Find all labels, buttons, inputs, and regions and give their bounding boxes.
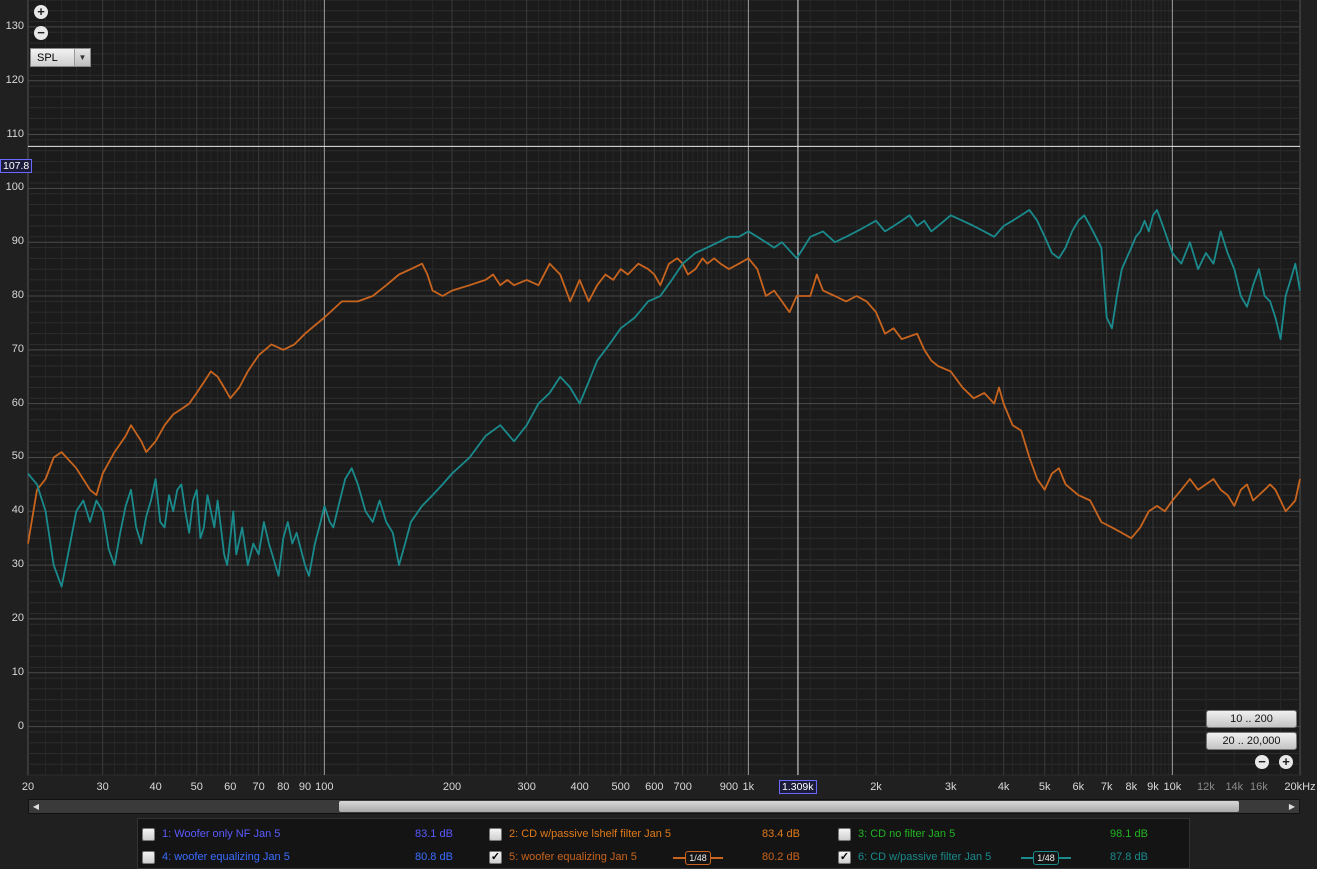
x-tick-label: 2k	[870, 781, 882, 793]
x-tick-label: 9k	[1147, 781, 1159, 793]
x-tick-label: 70	[252, 781, 265, 793]
spl-graph-window: 0 10 20 30 40 50 60 70 80 90 100 110 120 130 20 30 40 50…	[0, 0, 1317, 869]
scroll-thumb[interactable]	[339, 801, 1239, 812]
legend-checkbox[interactable]: ✓	[489, 851, 502, 864]
x-tick-label: 20	[21, 781, 35, 793]
spl-plot[interactable]	[0, 0, 1317, 800]
x-tick-label: 100	[315, 781, 334, 793]
legend-value: 80.8 dB	[415, 851, 453, 863]
legend-value: 98.1 dB	[1110, 828, 1148, 840]
legend-label[interactable]: 3: CD no filter Jan 5	[858, 828, 955, 840]
legend-label[interactable]: 6: CD w/passive filter Jan 5	[858, 851, 991, 863]
legend-value: 83.1 dB	[415, 828, 453, 840]
scroll-left-icon[interactable]: ◀	[30, 801, 42, 812]
smoothing-label: 1/48	[685, 851, 711, 865]
x-tick-label: 10k	[1163, 781, 1182, 793]
x-tick-label: 40	[149, 781, 162, 793]
legend-value: 80.2 dB	[762, 851, 800, 863]
x-tick-label: 7k	[1100, 781, 1113, 793]
legend-checkbox[interactable]	[838, 828, 851, 841]
legend-checkbox[interactable]	[142, 851, 155, 864]
x-tick-label: 90	[298, 781, 312, 793]
y-tick-label: 30	[11, 558, 24, 571]
legend-value: 83.4 dB	[762, 828, 800, 840]
y-tick-label: 50	[11, 450, 24, 463]
x-tick-label: 200	[442, 781, 462, 793]
x-tick-label: 60	[224, 781, 237, 793]
x-tick-label: 700	[673, 781, 692, 793]
h-zoom-out-icon[interactable]: −	[1255, 755, 1269, 769]
horizontal-scrollbar[interactable]: ◀ ▶	[28, 799, 1300, 814]
y-tick-label: 60	[11, 396, 24, 409]
chevron-down-icon: ▼	[74, 49, 90, 66]
x-tick-label: 50	[190, 781, 203, 793]
x-tick-label: 300	[517, 781, 536, 793]
y-tick-label: 40	[11, 504, 24, 517]
legend-label[interactable]: 4: woofer equalizing Jan 5	[162, 851, 290, 863]
measure-select[interactable]: SPL ▼	[30, 48, 91, 67]
legend-value: 87.8 dB	[1110, 851, 1148, 863]
legend-checkbox[interactable]	[142, 828, 155, 841]
x-tick-label: 20kHz	[1284, 781, 1316, 793]
y-tick-label: 100	[5, 181, 24, 194]
x-tick-label: 1k	[742, 781, 755, 793]
y-tick-label: 90	[11, 235, 24, 248]
x-tick-label: 16k	[1250, 781, 1268, 793]
x-tick-label: 30	[96, 781, 109, 793]
y-tick-label: 70	[11, 342, 24, 355]
x-tick-label: 900	[719, 781, 739, 793]
zoom-in-icon[interactable]: +	[34, 5, 48, 19]
x-tick-label: 5k	[1038, 781, 1051, 793]
y-tick-label: 110	[6, 127, 24, 140]
scroll-right-icon[interactable]: ▶	[1286, 801, 1298, 812]
y-tick-label: 130	[5, 19, 24, 32]
legend-checkbox[interactable]	[489, 828, 502, 841]
x-tick-label: 12k	[1197, 781, 1215, 793]
range-10-200-button[interactable]: 10 .. 200	[1206, 710, 1297, 728]
x-tick-label: 14k	[1225, 781, 1244, 793]
range-20-20000-button[interactable]: 20 .. 20,000	[1206, 732, 1297, 750]
x-tick-label: 600	[645, 781, 664, 793]
smoothing-badge[interactable]: 1/48	[673, 851, 723, 865]
x-tick-label: 80	[277, 781, 290, 793]
y-tick-label: 80	[11, 289, 24, 301]
y-tick-label: 0	[17, 719, 24, 732]
x-tick-label: 3k	[944, 781, 957, 793]
x-tick-label: 4k	[997, 781, 1010, 793]
x-tick-label: 400	[570, 781, 589, 793]
cursor-level-readout: 107.8	[0, 159, 33, 173]
h-zoom-in-icon[interactable]: +	[1279, 755, 1293, 769]
measurement-legend: 1: Woofer only NF Jan 5 83.1 dB 2: CD w/pa…	[137, 818, 1190, 869]
x-tick-label: 8k	[1125, 781, 1138, 793]
legend-label[interactable]: 2: CD w/passive lshelf filter Jan 5	[509, 828, 671, 840]
y-tick-label: 10	[11, 665, 24, 678]
y-tick-label: 120	[5, 73, 24, 86]
y-tick-label: 20	[11, 611, 24, 624]
legend-label[interactable]: 1: Woofer only NF Jan 5	[162, 828, 280, 840]
legend-label[interactable]: 5: woofer equalizing Jan 5	[509, 851, 637, 863]
cursor-freq-readout: 1.309k	[779, 780, 817, 794]
smoothing-badge[interactable]: 1/48	[1021, 851, 1071, 865]
x-tick-label: 500	[611, 781, 630, 793]
measure-select-value: SPL	[37, 52, 58, 64]
x-tick-label: 6k	[1072, 781, 1085, 793]
smoothing-label: 1/48	[1033, 851, 1059, 865]
legend-checkbox[interactable]: ✓	[838, 851, 851, 864]
zoom-out-icon[interactable]: −	[34, 26, 48, 40]
